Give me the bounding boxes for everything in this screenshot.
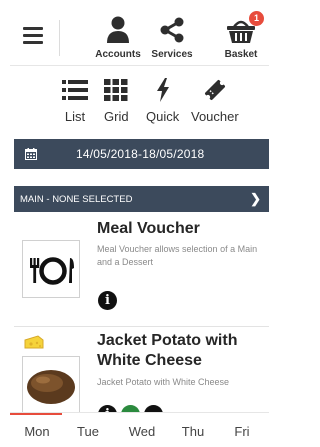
nav-basket-label: Basket: [224, 49, 258, 60]
chevron-right-icon: ❯: [250, 191, 261, 206]
view-list-label: List: [64, 109, 86, 124]
plate-cutlery-icon: [22, 240, 80, 298]
basket-count-badge: 1: [249, 11, 264, 26]
potato-image: [22, 356, 80, 412]
view-switcher: List Grid Quick Voucher: [10, 67, 269, 129]
bolt-icon: [146, 77, 179, 103]
info-icon[interactable]: i: [98, 405, 117, 412]
view-voucher-label: Voucher: [191, 109, 239, 124]
app-frame: Accounts Services 1 Basket List Grid Qui…: [0, 0, 269, 447]
tab-thu[interactable]: Thu: [170, 424, 216, 439]
user-icon: [90, 15, 146, 45]
meal-title-line1: Jacket Potato with: [97, 332, 238, 349]
meal-description: Meal Voucher allows selection of a Main …: [97, 244, 258, 267]
nav-divider: [59, 20, 60, 56]
nav-accounts-label: Accounts: [95, 49, 141, 60]
meal-list: Meal Voucher Meal Voucher allows selecti…: [14, 212, 269, 412]
nav-accounts-button[interactable]: Accounts: [90, 15, 146, 60]
cheese-icon: [24, 335, 44, 349]
nav-services-label: Services: [151, 49, 193, 60]
date-range-text: 14/05/2018-18/05/2018: [76, 147, 205, 161]
day-tabs: Mon Tue Wed Thu Fri: [10, 412, 269, 447]
view-list-button[interactable]: List: [62, 77, 88, 124]
ticket-icon: [191, 77, 239, 103]
view-voucher-button[interactable]: Voucher: [191, 77, 239, 124]
view-quick-button[interactable]: Quick: [146, 77, 179, 124]
share-icon: [144, 15, 200, 45]
main-section-header[interactable]: MAIN - NONE SELECTED ❯: [14, 186, 269, 212]
view-quick-label: Quick: [146, 109, 180, 124]
nav-basket-button[interactable]: 1 Basket: [213, 11, 269, 60]
view-grid-label: Grid: [104, 109, 129, 124]
hamburger-menu-icon[interactable]: [23, 27, 43, 44]
meal-card-jacket-potato[interactable]: Jacket Potato with White Cheese Jacket P…: [14, 327, 269, 412]
meal-title-line2: White Cheese: [97, 352, 202, 369]
meal-card-voucher[interactable]: Meal Voucher Meal Voucher allows selecti…: [14, 212, 269, 326]
tab-tue[interactable]: Tue: [65, 424, 111, 439]
calendar-icon: [25, 147, 37, 165]
meal-title: Meal Voucher: [97, 220, 200, 237]
vegetarian-icon: [121, 405, 140, 412]
info-icon[interactable]: i: [98, 291, 117, 310]
list-icon: [62, 77, 88, 103]
active-day-indicator: [10, 413, 62, 415]
section-title: MAIN - NONE SELECTED: [20, 194, 133, 205]
tab-wed[interactable]: Wed: [119, 424, 165, 439]
tab-mon[interactable]: Mon: [14, 424, 60, 439]
meal-description: Jacket Potato with White Cheese: [97, 377, 230, 387]
view-grid-button[interactable]: Grid: [104, 77, 129, 124]
grid-icon: [104, 77, 129, 103]
allergen-icon: [144, 405, 163, 412]
nav-services-button[interactable]: Services: [144, 15, 200, 60]
top-navigation: Accounts Services 1 Basket: [10, 6, 269, 66]
tab-fri[interactable]: Fri: [219, 424, 265, 439]
date-range-bar[interactable]: 14/05/2018-18/05/2018: [14, 139, 269, 169]
